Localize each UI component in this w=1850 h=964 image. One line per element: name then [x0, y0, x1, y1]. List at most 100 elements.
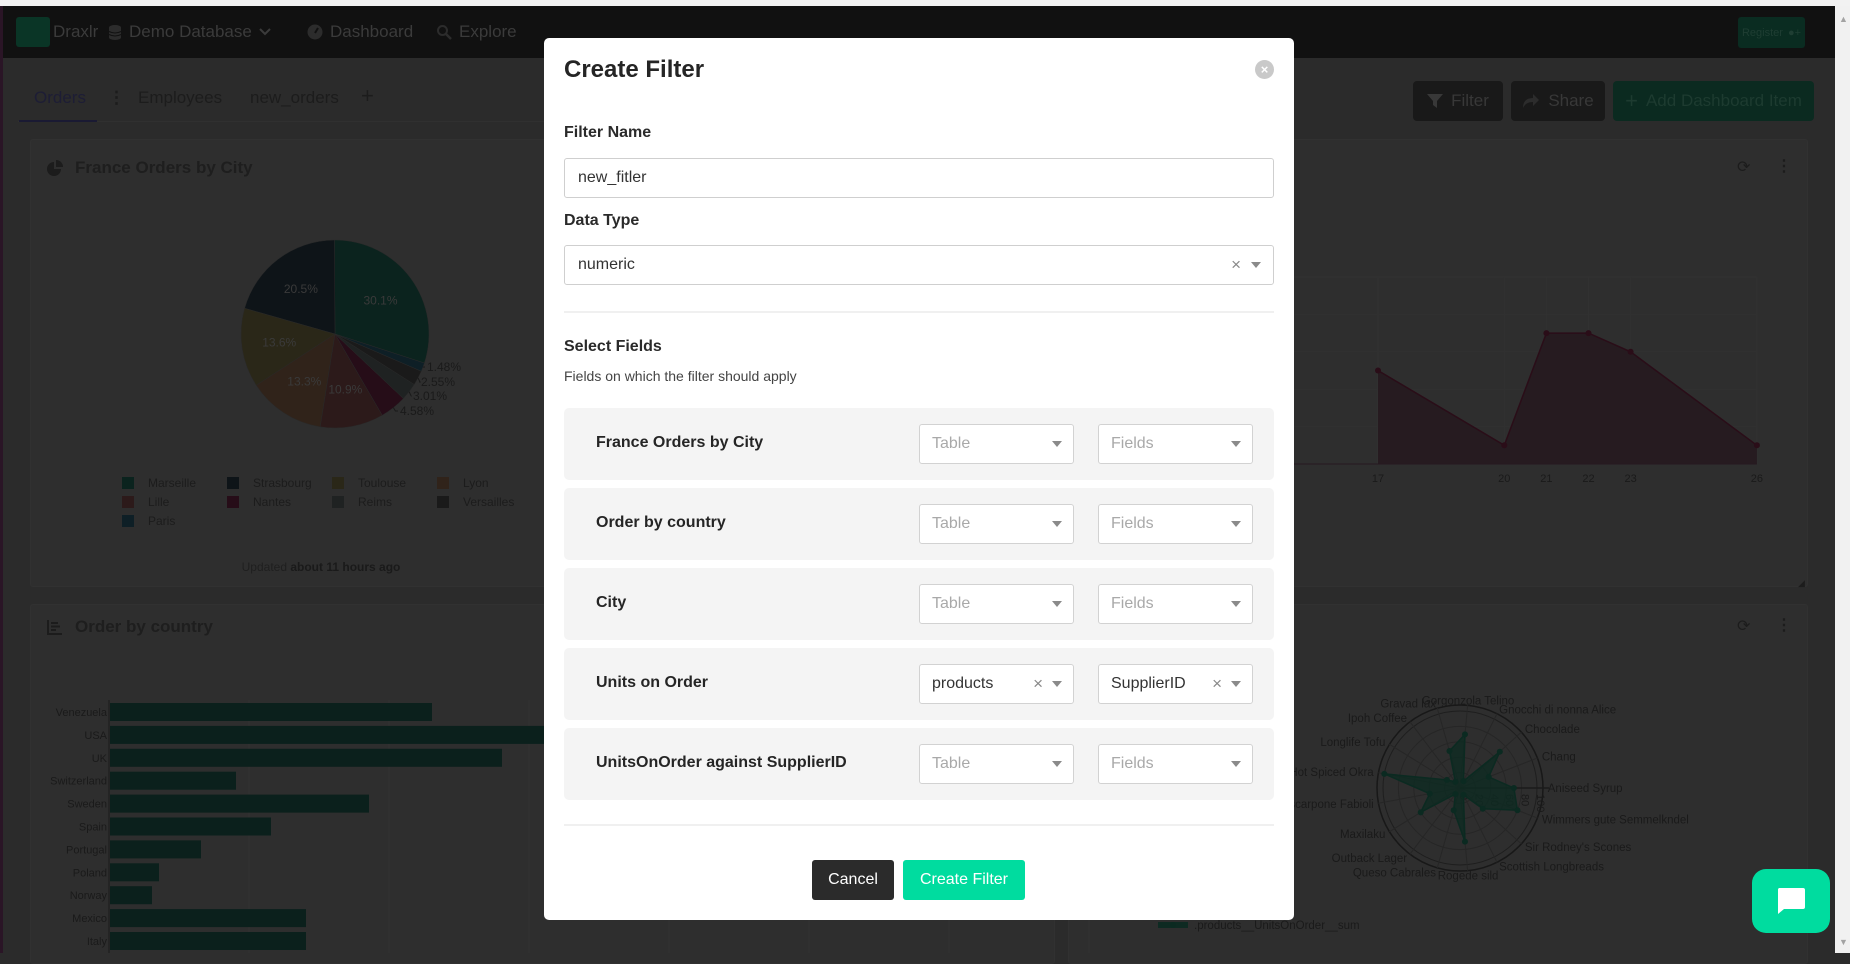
card-menu-kebab-icon[interactable]: ⋮ — [1776, 615, 1792, 635]
fields-placeholder: Fields — [1111, 435, 1154, 453]
caret-down-icon — [1052, 601, 1062, 607]
fields-select[interactable]: Fields — [1098, 584, 1253, 624]
filter-name-input[interactable] — [564, 158, 1274, 198]
field-row: Order by country Table Fields — [564, 488, 1274, 560]
legend-swatch — [122, 515, 134, 527]
database-dropdown[interactable]: Demo Database — [108, 6, 271, 58]
data-type-select[interactable]: numeric × — [564, 245, 1274, 285]
pie-chart-icon — [47, 160, 63, 176]
add-dashboard-item-button[interactable]: + Add Dashboard Item — [1613, 81, 1814, 121]
share-button[interactable]: Share — [1511, 81, 1605, 121]
table-select[interactable]: Table — [919, 744, 1074, 784]
fields-select[interactable]: Fields — [1098, 504, 1253, 544]
chat-button[interactable] — [1752, 869, 1830, 933]
plus-icon: + — [1625, 88, 1638, 114]
legend-label: Paris — [148, 514, 175, 528]
legend-item[interactable]: Versailles — [437, 495, 514, 509]
select-fields-title: Select Fields — [564, 338, 662, 356]
bar-card-header: Order by country — [47, 617, 213, 637]
add-tab-button[interactable]: + — [361, 83, 374, 109]
clear-icon[interactable]: × — [1231, 255, 1241, 275]
legend-swatch — [227, 477, 239, 489]
page-scrollbar[interactable]: ▲ ▼ — [1835, 6, 1850, 953]
register-button[interactable]: Register ●+ — [1738, 17, 1805, 48]
fields-placeholder: Fields — [1111, 755, 1154, 773]
legend-swatch — [437, 496, 449, 508]
chat-bubble-icon — [1776, 887, 1806, 915]
caret-down-icon — [1251, 262, 1261, 268]
window-edge — [0, 6, 3, 953]
updated-time: about 11 hours ago — [290, 560, 400, 574]
field-row-label: France Orders by City — [596, 434, 763, 452]
dashboard-tabs: Orders ⋮ Employees new_orders + — [18, 80, 548, 122]
field-row: France Orders by City Table Fields — [564, 408, 1274, 480]
divider — [564, 824, 1274, 826]
legend-item[interactable]: Strasbourg — [227, 476, 312, 490]
updated-prefix: Updated — [242, 560, 287, 574]
card-menu-kebab-icon[interactable]: ⋮ — [1776, 156, 1792, 176]
clear-icon[interactable]: × — [1033, 674, 1043, 694]
table-select[interactable]: Table — [919, 504, 1074, 544]
modal-title: Create Filter — [564, 56, 704, 84]
fields-select[interactable]: Fields — [1098, 744, 1253, 784]
legend-label: Toulouse — [358, 476, 406, 490]
resize-handle-icon[interactable]: ◢ — [1798, 578, 1805, 589]
active-tab-indicator — [19, 120, 97, 122]
logo[interactable] — [16, 17, 50, 47]
data-type-value: numeric — [578, 256, 635, 274]
legend-label: Nantes — [253, 495, 291, 509]
legend-swatch — [122, 496, 134, 508]
refresh-icon[interactable]: ⟳ — [1737, 157, 1750, 177]
chevron-down-icon — [259, 28, 271, 36]
legend-item[interactable]: Toulouse — [332, 476, 406, 490]
close-icon[interactable]: × — [1255, 60, 1274, 79]
legend-item[interactable]: Marseille — [122, 476, 196, 490]
caret-down-icon — [1052, 761, 1062, 767]
field-row: City Table Fields — [564, 568, 1274, 640]
nav-explore[interactable]: Explore — [436, 6, 517, 58]
table-select[interactable]: products× — [919, 664, 1074, 704]
nav-dashboard[interactable]: Dashboard — [307, 6, 413, 58]
tab-employees[interactable]: Employees — [138, 88, 222, 108]
caret-down-icon — [1231, 521, 1241, 527]
caret-down-icon — [1231, 681, 1241, 687]
legend-item[interactable]: Reims — [332, 495, 392, 509]
register-label: Register — [1742, 27, 1783, 39]
cancel-button[interactable]: Cancel — [812, 860, 894, 900]
field-value: SupplierID — [1111, 675, 1186, 693]
table-placeholder: Table — [932, 595, 970, 613]
caret-down-icon — [1231, 761, 1241, 767]
legend-label: Marseille — [148, 476, 196, 490]
caret-down-icon — [1052, 681, 1062, 687]
select-fields-subtitle: Fields on which the filter should apply — [564, 368, 797, 384]
field-row: Units on Order products× SupplierID × — [564, 648, 1274, 720]
field-row-label: Units on Order — [596, 674, 708, 692]
caret-down-icon — [1231, 441, 1241, 447]
brand-name[interactable]: Draxlr — [53, 6, 98, 58]
legend-swatch — [332, 496, 344, 508]
legend-item[interactable]: Nantes — [227, 495, 291, 509]
legend-item[interactable]: Paris — [122, 514, 175, 528]
legend-item[interactable]: Lille — [122, 495, 169, 509]
table-select[interactable]: Table — [919, 424, 1074, 464]
share-icon — [1522, 93, 1540, 109]
table-select[interactable]: Table — [919, 584, 1074, 624]
scroll-up-arrow-icon[interactable]: ▲ — [1839, 14, 1848, 24]
fields-select[interactable]: SupplierID × — [1098, 664, 1253, 704]
database-icon — [108, 24, 122, 41]
tab-new-orders[interactable]: new_orders — [250, 88, 339, 108]
tab-options-kebab-icon[interactable]: ⋮ — [108, 88, 125, 108]
legend-item[interactable]: Lyon — [437, 476, 489, 490]
fields-select[interactable]: Fields — [1098, 424, 1253, 464]
bar-chart-icon — [47, 619, 63, 635]
data-type-label: Data Type — [564, 212, 639, 230]
database-name: Demo Database — [129, 22, 252, 42]
clear-icon[interactable]: × — [1212, 674, 1222, 694]
add-dashboard-item-label: Add Dashboard Item — [1646, 91, 1802, 111]
scroll-down-arrow-icon[interactable]: ▼ — [1839, 937, 1848, 947]
create-filter-button[interactable]: Create Filter — [903, 860, 1025, 900]
filter-button[interactable]: Filter — [1413, 81, 1503, 121]
tab-orders[interactable]: Orders — [34, 88, 86, 108]
field-row-label: UnitsOnOrder against SupplierID — [596, 754, 847, 772]
refresh-icon[interactable]: ⟳ — [1737, 616, 1750, 636]
